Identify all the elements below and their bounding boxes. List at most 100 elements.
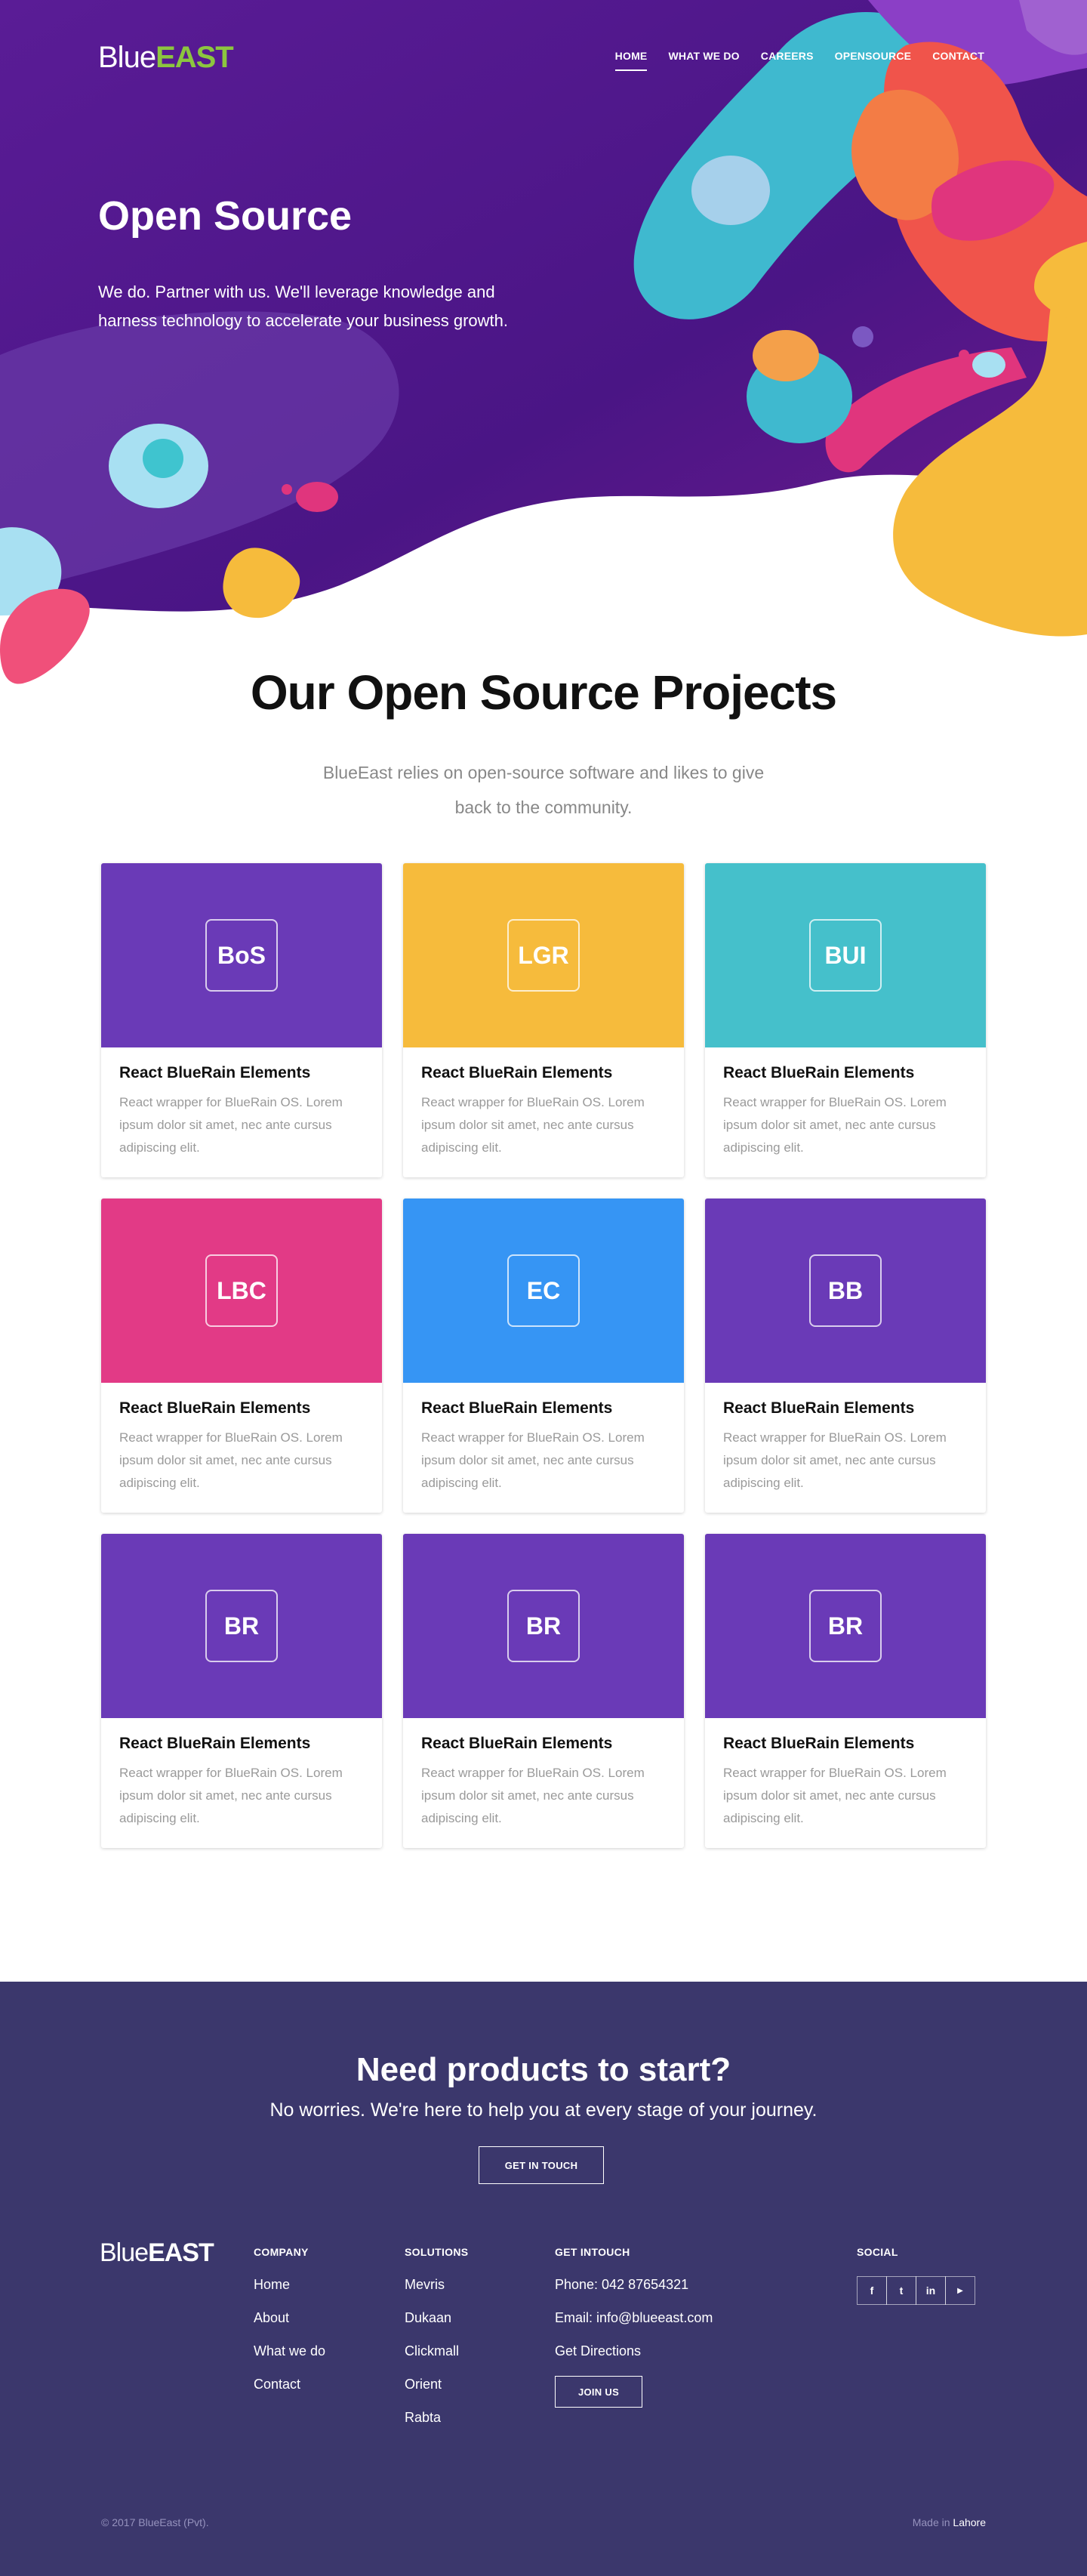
project-badge: BB [809, 1254, 882, 1327]
project-card-cover: BoS [101, 863, 382, 1047]
projects-title: Our Open Source Projects [250, 665, 837, 720]
project-card-title[interactable]: React BlueRain Elements [119, 1064, 364, 1082]
project-card-body: React BlueRain Elements React wrapper for… [101, 1047, 382, 1174]
made-in-city: Lahore [953, 2516, 986, 2528]
footer-email[interactable]: Email: info@blueeast.com [555, 2309, 713, 2327]
project-card-cover: EC [403, 1199, 684, 1383]
project-card-title[interactable]: React BlueRain Elements [421, 1735, 666, 1753]
cta-title: Need products to start? [356, 2051, 731, 2088]
header-logo[interactable]: Blue EAST [98, 41, 234, 75]
project-card-title[interactable]: React BlueRain Elements [723, 1399, 968, 1418]
logo-text-east: EAST [148, 2238, 214, 2267]
hero-background-blobs [0, 0, 1087, 684]
project-card-description: React wrapper for BlueRain OS. Lorem ips… [723, 1430, 947, 1490]
footer: Need products to start? No worries. We'r… [0, 1982, 1087, 2576]
footer-solutions-heading: SOLUTIONS [405, 2246, 469, 2258]
projects-subtitle: BlueEast relies on open-source software … [322, 763, 765, 817]
cta-subtitle: No worries. We're here to help you at ev… [269, 2099, 818, 2121]
project-badge: BR [809, 1590, 882, 1662]
footer-directions-link[interactable]: Get Directions [555, 2343, 713, 2360]
projects-grid: BoS React BlueRain Elements React wrapper … [101, 863, 986, 1848]
join-us-button[interactable]: JOIN US [555, 2376, 642, 2408]
footer-phone[interactable]: Phone: 042 87654321 [555, 2276, 713, 2294]
project-card-title[interactable]: React BlueRain Elements [723, 1735, 968, 1753]
project-card[interactable]: LGR React BlueRain Elements React wrapper … [403, 863, 684, 1177]
nav-what-we-do[interactable]: WHAT WE DO [668, 50, 739, 71]
project-card-cover: BR [705, 1534, 986, 1718]
footer-link-clickmall[interactable]: Clickmall [405, 2343, 468, 2360]
footer-company-column: COMPANY Home About What we do Contact [254, 2246, 325, 2409]
project-badge: BUI [809, 919, 882, 992]
project-card-description: React wrapper for BlueRain OS. Lorem ips… [119, 1766, 343, 1825]
project-card[interactable]: BR React BlueRain Elements React wrapper f… [705, 1534, 986, 1848]
project-card-cover: BUI [705, 863, 986, 1047]
project-card-description: React wrapper for BlueRain OS. Lorem ips… [723, 1095, 947, 1155]
project-card[interactable]: BR React BlueRain Elements React wrapper f… [403, 1534, 684, 1848]
project-card-title[interactable]: React BlueRain Elements [421, 1064, 666, 1082]
footer-logo[interactable]: Blue EAST [100, 2238, 214, 2268]
logo-text-blue: Blue [100, 2238, 149, 2267]
footer-link-dukaan[interactable]: Dukaan [405, 2309, 468, 2327]
footer-social-heading: SOCIAL [857, 2246, 898, 2258]
nav-careers[interactable]: CAREERS [761, 50, 814, 71]
project-badge: EC [507, 1254, 580, 1327]
footer-link-contact[interactable]: Contact [254, 2376, 325, 2393]
project-card-title[interactable]: React BlueRain Elements [723, 1064, 968, 1082]
project-card-body: React BlueRain Elements React wrapper for… [705, 1718, 986, 1845]
facebook-icon[interactable]: f [857, 2276, 887, 2305]
project-card-body: React BlueRain Elements React wrapper for… [403, 1718, 684, 1845]
project-card-description: React wrapper for BlueRain OS. Lorem ips… [421, 1095, 645, 1155]
project-card-cover: LBC [101, 1199, 382, 1383]
footer-link-what-we-do[interactable]: What we do [254, 2343, 325, 2360]
footer-link-about[interactable]: About [254, 2309, 325, 2327]
project-card[interactable]: BUI React BlueRain Elements React wrapper … [705, 863, 986, 1177]
footer-company-heading: COMPANY [254, 2246, 309, 2258]
logo-text-blue: Blue [98, 41, 156, 74]
footer-link-rabta[interactable]: Rabta [405, 2409, 468, 2426]
project-card-description: React wrapper for BlueRain OS. Lorem ips… [421, 1766, 645, 1825]
project-card-body: React BlueRain Elements React wrapper for… [705, 1047, 986, 1174]
project-card-description: React wrapper for BlueRain OS. Lorem ips… [119, 1095, 343, 1155]
project-card-body: React BlueRain Elements React wrapper for… [403, 1383, 684, 1510]
nav-home[interactable]: HOME [614, 50, 648, 71]
project-card[interactable]: BB React BlueRain Elements React wrapper f… [705, 1199, 986, 1513]
project-card[interactable]: BoS React BlueRain Elements React wrapper … [101, 863, 382, 1177]
project-card-title[interactable]: React BlueRain Elements [119, 1399, 364, 1418]
project-card-body: React BlueRain Elements React wrapper for… [403, 1047, 684, 1174]
social-icons: f t in ▶ [857, 2276, 975, 2305]
main-nav: HOME WHAT WE DO CAREERS OPENSOURCE CONTA… [614, 50, 984, 71]
get-in-touch-button[interactable]: GET IN TOUCH [479, 2146, 604, 2184]
project-card-cover: BR [101, 1534, 382, 1718]
project-card-description: React wrapper for BlueRain OS. Lorem ips… [723, 1766, 947, 1825]
project-card[interactable]: EC React BlueRain Elements React wrapper f… [403, 1199, 684, 1513]
project-card[interactable]: LBC React BlueRain Elements React wrapper … [101, 1199, 382, 1513]
made-in: Made in Lahore [913, 2516, 986, 2528]
nav-opensource[interactable]: OPENSOURCE [835, 50, 912, 71]
project-card-description: React wrapper for BlueRain OS. Lorem ips… [119, 1430, 343, 1490]
footer-contact-column: GET INTOUCH Phone: 042 87654321 Email: i… [555, 2246, 713, 2408]
project-card[interactable]: BR React BlueRain Elements React wrapper f… [101, 1534, 382, 1848]
made-in-prefix: Made in [912, 2516, 950, 2528]
copyright: © 2017 BlueEast (Pvt). [101, 2516, 209, 2528]
project-badge: BR [205, 1590, 278, 1662]
logo-text-east: EAST [156, 41, 234, 74]
footer-contact-heading: GET INTOUCH [555, 2246, 630, 2258]
project-card-description: React wrapper for BlueRain OS. Lorem ips… [421, 1430, 645, 1490]
youtube-icon[interactable]: ▶ [945, 2276, 975, 2305]
hero-subtitle: We do. Partner with us. We'll leverage k… [98, 282, 508, 330]
hero-title: Open Source [98, 193, 353, 239]
project-badge: BoS [205, 919, 278, 992]
linkedin-icon[interactable]: in [916, 2276, 946, 2305]
project-card-body: React BlueRain Elements React wrapper for… [705, 1383, 986, 1510]
footer-social-column: SOCIAL f t in ▶ [857, 2246, 975, 2305]
nav-contact[interactable]: CONTACT [932, 50, 984, 71]
footer-link-home[interactable]: Home [254, 2276, 325, 2294]
project-card-cover: LGR [403, 863, 684, 1047]
project-card-title[interactable]: React BlueRain Elements [421, 1399, 666, 1418]
project-card-title[interactable]: React BlueRain Elements [119, 1735, 364, 1753]
footer-solutions-column: SOLUTIONS Mevris Dukaan Clickmall Orient… [405, 2246, 468, 2442]
twitter-icon[interactable]: t [886, 2276, 916, 2305]
project-card-cover: BR [403, 1534, 684, 1718]
footer-link-orient[interactable]: Orient [405, 2376, 468, 2393]
footer-link-mevris[interactable]: Mevris [405, 2276, 468, 2294]
